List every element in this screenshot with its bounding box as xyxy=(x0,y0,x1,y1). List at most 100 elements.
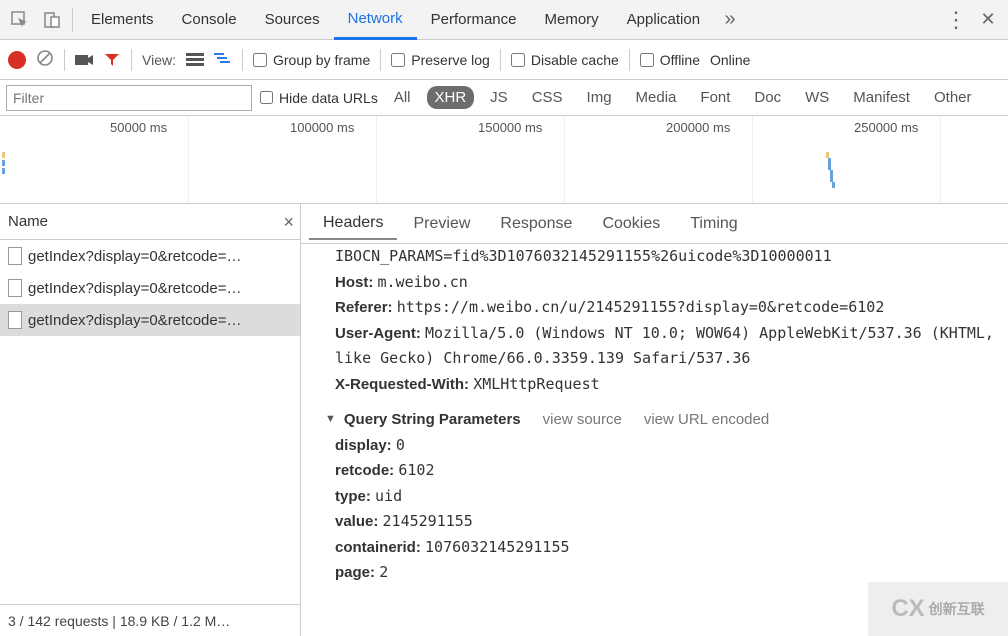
filter-type-all[interactable]: All xyxy=(386,86,419,109)
details-tabs: Headers Preview Response Cookies Timing xyxy=(301,204,1008,244)
timeline-overview[interactable]: 50000 ms 100000 ms 150000 ms 200000 ms 2… xyxy=(0,116,1008,204)
tab-preview[interactable]: Preview xyxy=(399,209,484,239)
name-column-header: Name xyxy=(8,213,48,230)
preserve-log-checkbox[interactable]: Preserve log xyxy=(391,52,490,68)
view-waterfall-icon[interactable] xyxy=(214,53,232,67)
section-title: Query String Parameters xyxy=(344,407,521,433)
watermark: CX 创新互联 xyxy=(868,582,1008,636)
timeline-tick: 50000 ms xyxy=(110,120,167,135)
requests-status-bar: 3 / 142 requests | 18.9 KB / 1.2 M… xyxy=(0,604,300,636)
timeline-tick: 100000 ms xyxy=(290,120,354,135)
timeline-tick: 250000 ms xyxy=(854,120,918,135)
param-value: uid xyxy=(375,487,402,505)
requests-header[interactable]: Name × xyxy=(0,204,300,240)
param-value: 1076032145291155 xyxy=(425,538,570,556)
tab-application[interactable]: Application xyxy=(613,0,714,40)
param-value: 0 xyxy=(396,436,405,454)
close-devtools-icon[interactable]: ✕ xyxy=(972,4,1004,36)
watermark-text: 创新互联 xyxy=(929,599,985,619)
tab-console[interactable]: Console xyxy=(168,0,251,40)
param-key: type: xyxy=(335,488,371,505)
filter-input[interactable] xyxy=(6,85,252,111)
requests-list: getIndex?display=0&retcode=… getIndex?di… xyxy=(0,240,300,604)
divider xyxy=(500,49,501,71)
network-toolbar: View: Group by frame Preserve log Disabl… xyxy=(0,40,1008,80)
group-by-frame-checkbox[interactable]: Group by frame xyxy=(253,52,370,68)
device-toggle-icon[interactable] xyxy=(36,4,68,36)
query-string-section[interactable]: Query String Parameters view source view… xyxy=(325,407,996,433)
ua-value: Mozilla/5.0 (Windows NT 10.0; WOW64) App… xyxy=(335,324,994,368)
watermark-logo: CX xyxy=(891,595,924,623)
divider xyxy=(131,49,132,71)
view-large-icon[interactable] xyxy=(186,53,204,67)
online-label[interactable]: Online xyxy=(710,52,750,68)
requests-pane: Name × getIndex?display=0&retcode=… getI… xyxy=(0,204,301,636)
tab-performance[interactable]: Performance xyxy=(417,0,531,40)
more-tabs-icon[interactable]: » xyxy=(714,4,746,36)
filter-type-manifest[interactable]: Manifest xyxy=(845,86,918,109)
param-key: display: xyxy=(335,437,392,454)
tab-memory[interactable]: Memory xyxy=(531,0,613,40)
divider xyxy=(380,49,381,71)
divider xyxy=(64,49,65,71)
filter-type-js[interactable]: JS xyxy=(482,86,516,109)
filter-type-css[interactable]: CSS xyxy=(524,86,571,109)
request-row[interactable]: getIndex?display=0&retcode=… xyxy=(0,272,300,304)
file-icon xyxy=(8,311,22,329)
request-row[interactable]: getIndex?display=0&retcode=… xyxy=(0,240,300,272)
screenshot-icon[interactable] xyxy=(75,51,93,69)
hide-data-urls-checkbox[interactable]: Hide data URLs xyxy=(260,90,378,106)
tab-timing[interactable]: Timing xyxy=(676,209,751,239)
disable-cache-checkbox[interactable]: Disable cache xyxy=(511,52,619,68)
param-key: value: xyxy=(335,513,378,530)
param-key: retcode: xyxy=(335,462,394,479)
tab-cookies[interactable]: Cookies xyxy=(588,209,674,239)
xrw-value: XMLHttpRequest xyxy=(473,375,599,393)
view-url-encoded-link[interactable]: view URL encoded xyxy=(644,407,769,433)
record-button[interactable] xyxy=(8,51,26,69)
param-value: 2 xyxy=(379,563,388,581)
main-split: Name × getIndex?display=0&retcode=… getI… xyxy=(0,204,1008,636)
timeline-tick: 150000 ms xyxy=(478,120,542,135)
query-params: display: 0 retcode: 6102 type: uid value… xyxy=(335,433,996,586)
filter-type-img[interactable]: Img xyxy=(579,86,620,109)
param-key: containerid: xyxy=(335,539,421,556)
details-pane: Headers Preview Response Cookies Timing … xyxy=(301,204,1008,636)
filter-type-doc[interactable]: Doc xyxy=(746,86,789,109)
filter-type-other[interactable]: Other xyxy=(926,86,980,109)
file-icon xyxy=(8,279,22,297)
filter-bar: Hide data URLs All XHR JS CSS Img Media … xyxy=(0,80,1008,116)
filter-type-media[interactable]: Media xyxy=(628,86,685,109)
referer-label: Referer: xyxy=(335,299,393,316)
filter-type-ws[interactable]: WS xyxy=(797,86,837,109)
tab-elements[interactable]: Elements xyxy=(77,0,168,40)
host-value: m.weibo.cn xyxy=(378,273,468,291)
headers-content: IBOCN_PARAMS=fid%3D1076032145291155%26ui… xyxy=(301,244,1008,636)
tab-network[interactable]: Network xyxy=(334,0,417,40)
view-label: View: xyxy=(142,52,176,68)
param-value: 2145291155 xyxy=(383,512,473,530)
filter-type-xhr[interactable]: XHR xyxy=(427,86,475,109)
referer-value: https://m.weibo.cn/u/2145291155?display=… xyxy=(397,298,885,316)
divider xyxy=(629,49,630,71)
filter-icon[interactable] xyxy=(103,51,121,69)
divider xyxy=(72,8,73,32)
file-icon xyxy=(8,247,22,265)
view-source-link[interactable]: view source xyxy=(543,407,622,433)
filter-type-font[interactable]: Font xyxy=(692,86,738,109)
timeline-tick: 200000 ms xyxy=(666,120,730,135)
main-tabs-bar: Elements Console Sources Network Perform… xyxy=(0,0,1008,40)
offline-checkbox[interactable]: Offline xyxy=(640,52,700,68)
close-pane-icon[interactable]: × xyxy=(283,212,294,233)
inspect-icon[interactable] xyxy=(4,4,36,36)
tab-sources[interactable]: Sources xyxy=(251,0,334,40)
clear-button[interactable] xyxy=(36,49,54,70)
tab-response[interactable]: Response xyxy=(486,209,586,239)
cookie-fragment: IBOCN_PARAMS=fid%3D1076032145291155%26ui… xyxy=(335,244,996,270)
divider xyxy=(242,49,243,71)
tab-headers[interactable]: Headers xyxy=(309,208,397,240)
request-row[interactable]: getIndex?display=0&retcode=… xyxy=(0,304,300,336)
param-key: page: xyxy=(335,564,375,581)
param-value: 6102 xyxy=(398,461,434,479)
kebab-menu-icon[interactable]: ⋮ xyxy=(940,4,972,36)
